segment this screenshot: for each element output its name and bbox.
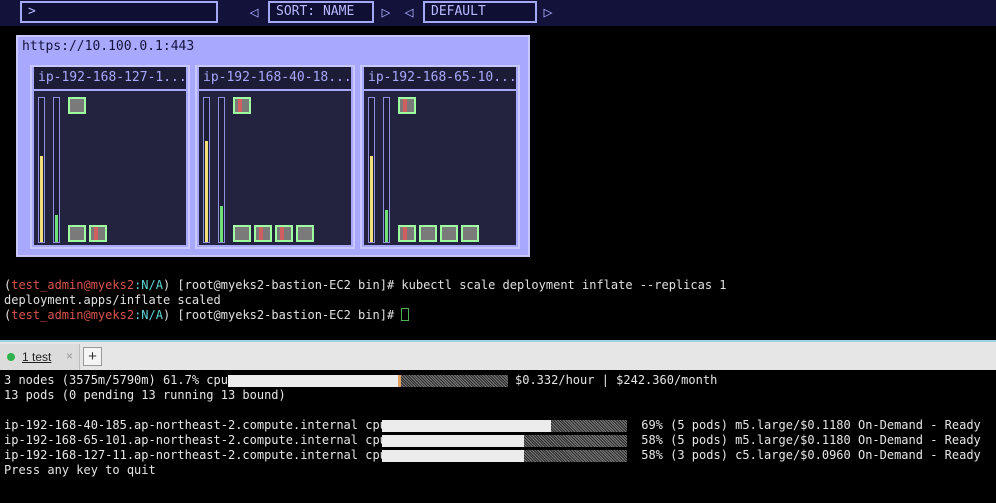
- pod-box[interactable]: [275, 225, 293, 242]
- toolbar: > ◁ SORT: NAME ▷ ◁ DEFAULT ▷: [0, 0, 996, 26]
- pod-box[interactable]: [89, 225, 107, 242]
- status-dot-icon: [7, 353, 15, 361]
- sort-prev-icon[interactable]: ◁: [246, 1, 262, 23]
- filter-input[interactable]: >: [20, 1, 218, 23]
- sort-next-icon[interactable]: ▷: [378, 1, 394, 23]
- pod-box[interactable]: [68, 97, 86, 114]
- add-tab-button[interactable]: +: [83, 347, 102, 366]
- prompt-line-1: (test_admin@myeks2:N/A) [root@myeks2-bas…: [4, 278, 727, 292]
- prompt-line-2: (test_admin@myeks2:N/A) [root@myeks2-bas…: [4, 308, 410, 322]
- node-row-detail: 58% (3 pods) c5.large/$0.0960 On-Demand …: [634, 448, 981, 462]
- pod-box[interactable]: [233, 225, 251, 242]
- node-title: ip-192-168-127-1...: [34, 67, 186, 89]
- node-box[interactable]: ip-192-168-127-1...: [30, 65, 190, 249]
- summary-line: 3 nodes (3575m/5790m) 61.7% cpu: [4, 373, 228, 387]
- tab-label: 1 test: [22, 350, 52, 364]
- node-box[interactable]: ip-192-168-40-18...: [195, 65, 355, 249]
- node-title: ip-192-168-65-10...: [364, 67, 516, 89]
- tab-strip: 1 test × +: [0, 340, 996, 370]
- cluster-cpu-bar-fill: [228, 375, 401, 387]
- memory-bar-fill: [55, 215, 58, 242]
- node-cpu-bar: [382, 420, 627, 432]
- node-cpu-bar-fill: [382, 420, 551, 432]
- cluster-url: https://10.100.0.1:443: [22, 39, 195, 54]
- pod-box[interactable]: [440, 225, 458, 242]
- node-cpu-bar: [382, 450, 627, 462]
- cpu-bar-tip: [398, 375, 401, 387]
- prompt-namespace: :N/A: [134, 278, 163, 292]
- pod-box[interactable]: [233, 97, 251, 114]
- node-cpu-bar-fill: [382, 435, 524, 447]
- terminal[interactable]: (test_admin@myeks2:N/A) [root@myeks2-bas…: [0, 277, 996, 340]
- pod-box[interactable]: [254, 225, 272, 242]
- node-cpu-bar: [382, 435, 627, 447]
- cpu-bar-fill: [370, 156, 373, 242]
- pod-box[interactable]: [419, 225, 437, 242]
- theme-prev-icon[interactable]: ◁: [401, 1, 417, 23]
- node-body: [34, 91, 186, 245]
- pod-box[interactable]: [461, 225, 479, 242]
- theme-next-icon[interactable]: ▷: [540, 1, 556, 23]
- command-text: kubectl scale deployment inflate --repli…: [401, 278, 727, 292]
- node-box[interactable]: ip-192-168-65-10...: [360, 65, 520, 249]
- node-row-name: ip-192-168-65-101.ap-northeast-2.compute…: [4, 433, 387, 447]
- node-title: ip-192-168-40-18...: [199, 67, 351, 89]
- eks-node-viewer: 3 nodes (3575m/5790m) 61.7% cpu $0.332/h…: [0, 370, 996, 503]
- command-output: deployment.apps/inflate scaled: [4, 293, 221, 307]
- node-row-detail: 58% (5 pods) m5.large/$0.1180 On-Demand …: [634, 433, 981, 447]
- memory-bar: [383, 97, 390, 243]
- quit-hint: Press any key to quit: [4, 463, 156, 477]
- tab-test[interactable]: 1 test ×: [0, 344, 80, 370]
- cluster-cpu-bar: [228, 375, 508, 387]
- node-row-detail: 69% (5 pods) m5.large/$0.1180 On-Demand …: [634, 418, 981, 432]
- memory-bar-fill: [385, 210, 388, 242]
- cpu-bar: [38, 97, 45, 243]
- pod-box[interactable]: [398, 225, 416, 242]
- memory-bar: [53, 97, 60, 243]
- node-body: [199, 91, 351, 245]
- theme-select[interactable]: DEFAULT: [423, 1, 537, 23]
- sort-select[interactable]: SORT: NAME: [268, 1, 374, 23]
- memory-bar: [218, 97, 225, 243]
- memory-bar-fill: [220, 206, 223, 242]
- pods-summary: 13 pods (0 pending 13 running 13 bound): [4, 388, 286, 402]
- cluster-box[interactable]: https://10.100.0.1:443 ip-192-168-127-1.…: [16, 35, 530, 257]
- pod-box[interactable]: [398, 97, 416, 114]
- terminal-cursor: [401, 308, 410, 321]
- node-cpu-bar-fill: [382, 450, 524, 462]
- cost-text: $0.332/hour | $242.360/month: [515, 373, 718, 387]
- cpu-bar-fill: [40, 156, 43, 242]
- pod-box[interactable]: [296, 225, 314, 242]
- cpu-bar: [203, 97, 210, 243]
- node-body: [364, 91, 516, 245]
- close-icon[interactable]: ×: [66, 349, 73, 363]
- cpu-bar: [368, 97, 375, 243]
- node-row-name: ip-192-168-127-11.ap-northeast-2.compute…: [4, 448, 387, 462]
- prompt-user: test_admin@myeks2: [11, 278, 135, 292]
- cpu-bar-fill: [205, 141, 208, 242]
- pod-box[interactable]: [68, 225, 86, 242]
- kube-ops-view: > ◁ SORT: NAME ▷ ◁ DEFAULT ▷ https://10.…: [0, 0, 996, 277]
- node-row-name: ip-192-168-40-185.ap-northeast-2.compute…: [4, 418, 387, 432]
